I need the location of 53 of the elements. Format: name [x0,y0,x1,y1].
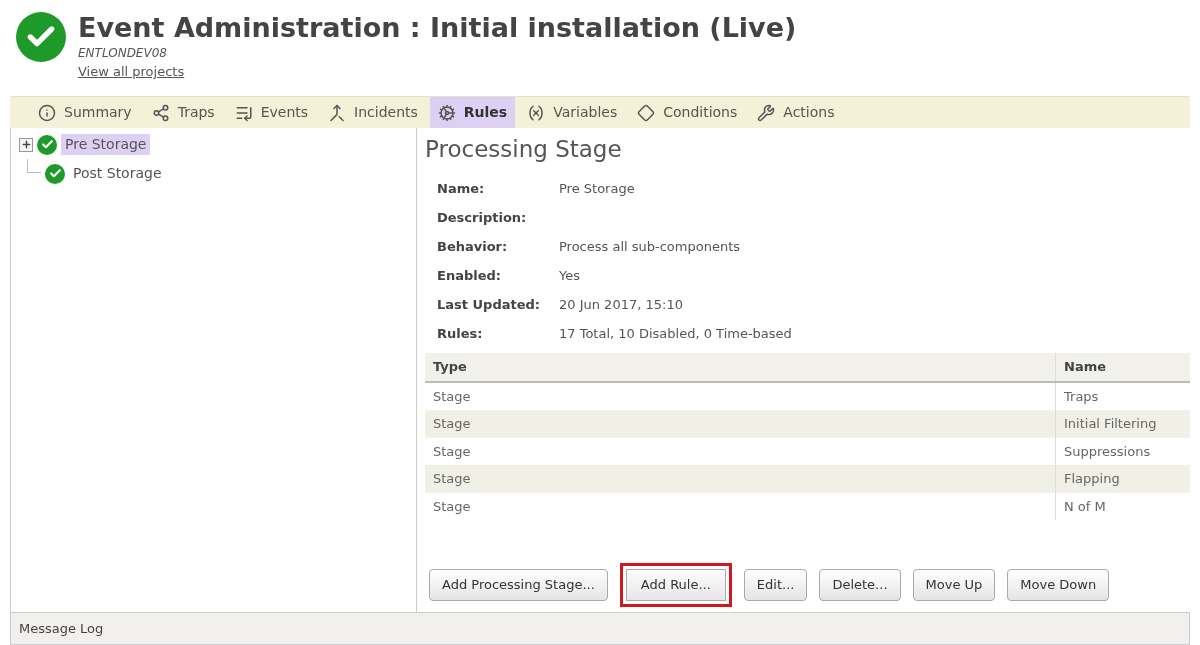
table-cell-text: Stage [432,470,472,488]
action-button[interactable]: Move Up [912,569,996,601]
table-cell: N of M [1055,492,1190,520]
panel-title: Processing Stage [425,135,623,164]
tab[interactable]: Events [226,97,317,128]
tab[interactable]: Summary [30,97,140,128]
tab[interactable]: Variables [519,97,626,128]
column-header: Name [1055,352,1190,381]
action-button[interactable]: Add Rule... [619,563,732,607]
field-label: Description: [437,209,528,228]
check-icon [45,163,65,184]
table-cell-text: Stage [432,387,472,406]
table-cell: Initial Filtering [1055,410,1190,438]
message-log[interactable]: Message Log [19,618,104,639]
field-value: 20 Jun 2017, 15:10 [559,296,683,315]
tab[interactable]: Conditions [629,97,746,128]
field-value: 17 Total, 10 Disabled, 0 Time-based [559,325,792,344]
field-label: Enabled: [437,267,502,286]
column-header: Type [432,357,468,376]
field-value: Pre Storage [559,180,635,199]
table-cell-text: Stage [432,442,472,461]
field-label: Last Updated: [437,296,541,315]
field-label: Rules: [437,325,484,344]
branch-icon [151,103,170,122]
field-label: Name: [437,180,486,199]
tab[interactable]: Actions [749,97,843,128]
tab[interactable]: Incidents [320,97,426,128]
tab[interactable]: Traps [143,97,223,128]
tree-item[interactable]: Post Storage [69,163,166,184]
field-label: Behavior: [437,238,509,257]
merge-icon [328,103,347,122]
gear-icon [437,103,456,122]
table-cell-text: Stage [432,415,472,433]
expand-icon[interactable] [19,137,33,152]
field-value: Process all sub-components [559,238,741,257]
table-cell: Flapping [1055,465,1190,493]
view-projects-link[interactable]: View all projects [78,62,185,82]
table-cell-text: Stage [432,497,472,516]
tree-item[interactable]: Pre Storage [61,134,151,155]
field-value: Yes [559,267,580,286]
check-icon [37,134,57,155]
action-button[interactable]: Delete... [819,569,901,601]
diamond-icon [637,103,656,122]
action-button[interactable]: Add Processing Stage... [429,569,608,601]
tab[interactable]: Rules [429,97,516,128]
info-icon [38,103,56,122]
action-button[interactable]: Move Down [1007,569,1110,601]
page-title: Event Administration : Initial installation (Live) [78,12,797,44]
check-icon [16,12,66,62]
server-name: ENTLONDEV08 [78,45,168,62]
action-button[interactable]: Edit... [743,569,808,601]
wrench-icon [757,103,776,122]
variable-icon [527,103,546,122]
